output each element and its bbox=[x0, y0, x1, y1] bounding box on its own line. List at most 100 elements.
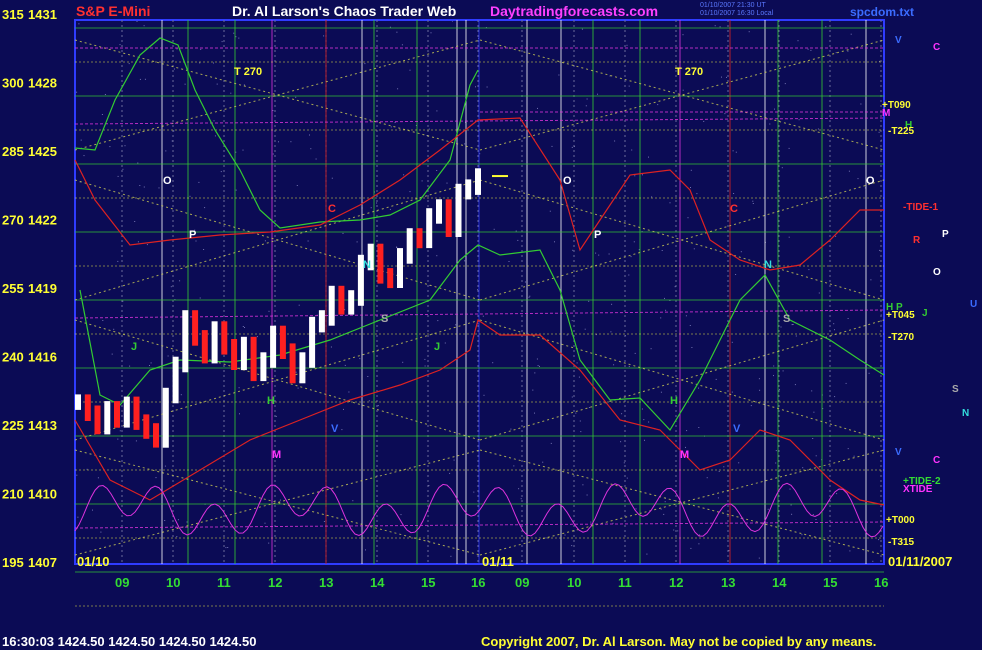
star-dot bbox=[176, 536, 178, 538]
planet-marker: O bbox=[563, 175, 572, 187]
star-dot bbox=[421, 180, 423, 182]
star-dot bbox=[750, 405, 752, 407]
price-bar bbox=[221, 321, 228, 355]
star-dot bbox=[613, 364, 615, 366]
star-dot bbox=[719, 26, 721, 28]
star-dot bbox=[631, 149, 633, 151]
star-dot bbox=[833, 323, 835, 325]
star-dot bbox=[660, 508, 662, 510]
price-bar bbox=[299, 352, 306, 384]
star-dot bbox=[791, 513, 793, 515]
star-dot bbox=[510, 428, 512, 430]
star-dot bbox=[689, 325, 691, 326]
star-dot bbox=[204, 207, 206, 209]
x-axis-hour-label: 10 bbox=[166, 575, 180, 590]
star-dot bbox=[137, 162, 139, 164]
star-dot bbox=[682, 34, 684, 36]
star-dot bbox=[673, 529, 675, 531]
star-dot bbox=[176, 48, 178, 50]
price-bar bbox=[465, 179, 472, 200]
copyright-notice: Copyright 2007, Dr. Al Larson. May not b… bbox=[481, 634, 877, 649]
price-bar bbox=[397, 248, 403, 288]
star-dot bbox=[180, 394, 182, 396]
star-dot bbox=[428, 128, 430, 130]
star-dot bbox=[868, 372, 870, 374]
star-dot bbox=[608, 253, 610, 255]
price-bar bbox=[162, 387, 169, 448]
star-dot bbox=[780, 326, 782, 328]
star-dot bbox=[691, 347, 693, 348]
star-dot bbox=[628, 85, 630, 87]
star-dot bbox=[633, 241, 635, 243]
star-dot bbox=[728, 550, 730, 552]
star-dot bbox=[815, 519, 817, 520]
y-axis-right-label: 1410 bbox=[28, 487, 57, 502]
planet-marker: V bbox=[331, 423, 339, 435]
price-bar bbox=[309, 316, 316, 368]
star-dot bbox=[623, 462, 625, 464]
star-dot bbox=[878, 131, 880, 133]
star-dot bbox=[808, 269, 810, 271]
x-axis-hour-label: 14 bbox=[370, 575, 385, 590]
star-dot bbox=[597, 93, 598, 95]
green-flux-curve bbox=[74, 37, 479, 229]
star-dot bbox=[119, 44, 121, 46]
star-dot bbox=[586, 494, 588, 496]
planet-marker: P bbox=[594, 229, 601, 241]
star-dot bbox=[834, 329, 835, 331]
star-dot bbox=[275, 415, 277, 417]
star-dot bbox=[841, 400, 843, 402]
star-dot bbox=[731, 341, 733, 343]
star-dot bbox=[113, 328, 115, 330]
star-dot bbox=[177, 519, 179, 521]
star-dot bbox=[738, 462, 740, 464]
star-dot bbox=[752, 203, 754, 204]
star-dot bbox=[238, 37, 240, 39]
star-dot bbox=[542, 461, 544, 463]
star-dot bbox=[635, 508, 637, 510]
star-dot bbox=[199, 297, 201, 299]
star-dot bbox=[625, 489, 627, 491]
star-dot bbox=[100, 531, 102, 533]
planet-marker: M bbox=[272, 449, 281, 461]
star-dot bbox=[539, 365, 540, 367]
star-dot bbox=[482, 315, 484, 317]
star-dot bbox=[549, 210, 551, 212]
star-dot bbox=[626, 44, 628, 46]
star-dot bbox=[698, 543, 700, 545]
star-dot bbox=[721, 76, 722, 78]
right-side-label: S bbox=[952, 384, 959, 395]
right-side-label: J bbox=[922, 308, 928, 319]
star-dot bbox=[272, 110, 274, 111]
star-dot bbox=[723, 466, 725, 468]
star-dot bbox=[464, 260, 466, 262]
x-axis-hour-label: 14 bbox=[772, 575, 787, 590]
star-dot bbox=[149, 365, 150, 366]
star-dot bbox=[586, 98, 588, 100]
star-dot bbox=[660, 391, 662, 393]
star-dot bbox=[572, 249, 574, 251]
star-dot bbox=[200, 48, 202, 50]
right-side-label: -T225 bbox=[888, 126, 915, 137]
star-dot bbox=[690, 547, 692, 549]
star-dot bbox=[167, 355, 169, 357]
y-axis-right-label: 1431 bbox=[28, 7, 57, 22]
price-bar bbox=[416, 228, 423, 249]
right-side-label: C bbox=[933, 42, 940, 53]
star-dot bbox=[791, 324, 793, 326]
star-dot bbox=[595, 252, 597, 254]
star-dot bbox=[554, 241, 555, 243]
star-dot bbox=[486, 86, 488, 88]
star-dot bbox=[370, 207, 372, 209]
star-dot bbox=[295, 371, 297, 373]
star-dot bbox=[642, 174, 643, 176]
star-dot bbox=[669, 202, 671, 204]
star-dot bbox=[634, 352, 636, 354]
star-dot bbox=[571, 146, 573, 148]
star-dot bbox=[235, 36, 237, 38]
star-dot bbox=[696, 193, 698, 195]
star-dot bbox=[401, 44, 403, 46]
star-dot bbox=[158, 187, 160, 189]
star-dot bbox=[128, 63, 130, 65]
star-dot bbox=[264, 522, 266, 524]
